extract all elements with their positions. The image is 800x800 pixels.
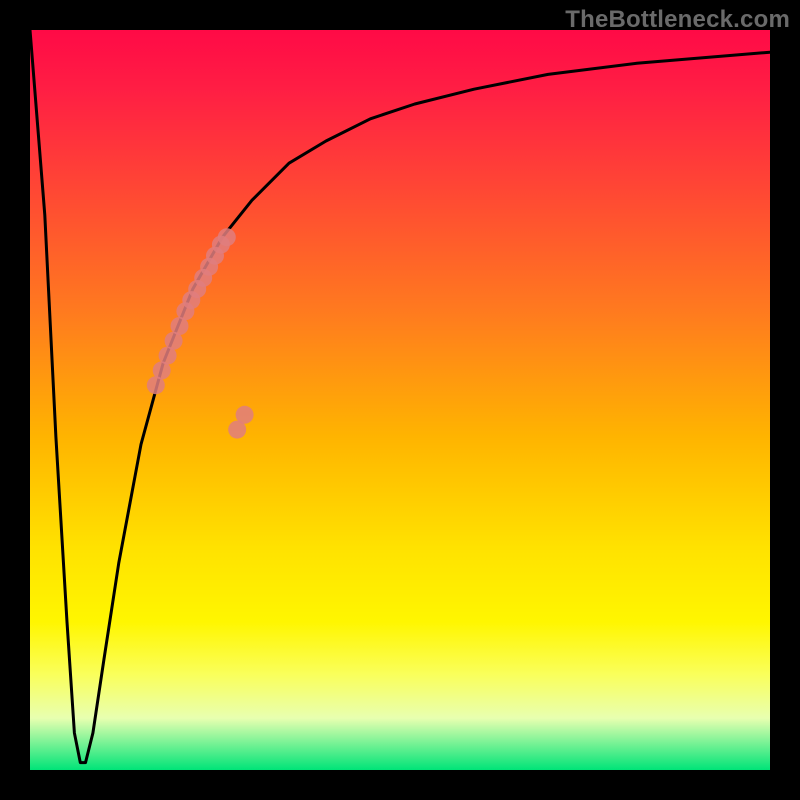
- plot-area: [30, 30, 770, 770]
- chart-svg: [30, 30, 770, 770]
- highlight-markers: [147, 228, 254, 438]
- chart-container: TheBottleneck.com: [0, 0, 800, 800]
- curve-line: [30, 30, 770, 763]
